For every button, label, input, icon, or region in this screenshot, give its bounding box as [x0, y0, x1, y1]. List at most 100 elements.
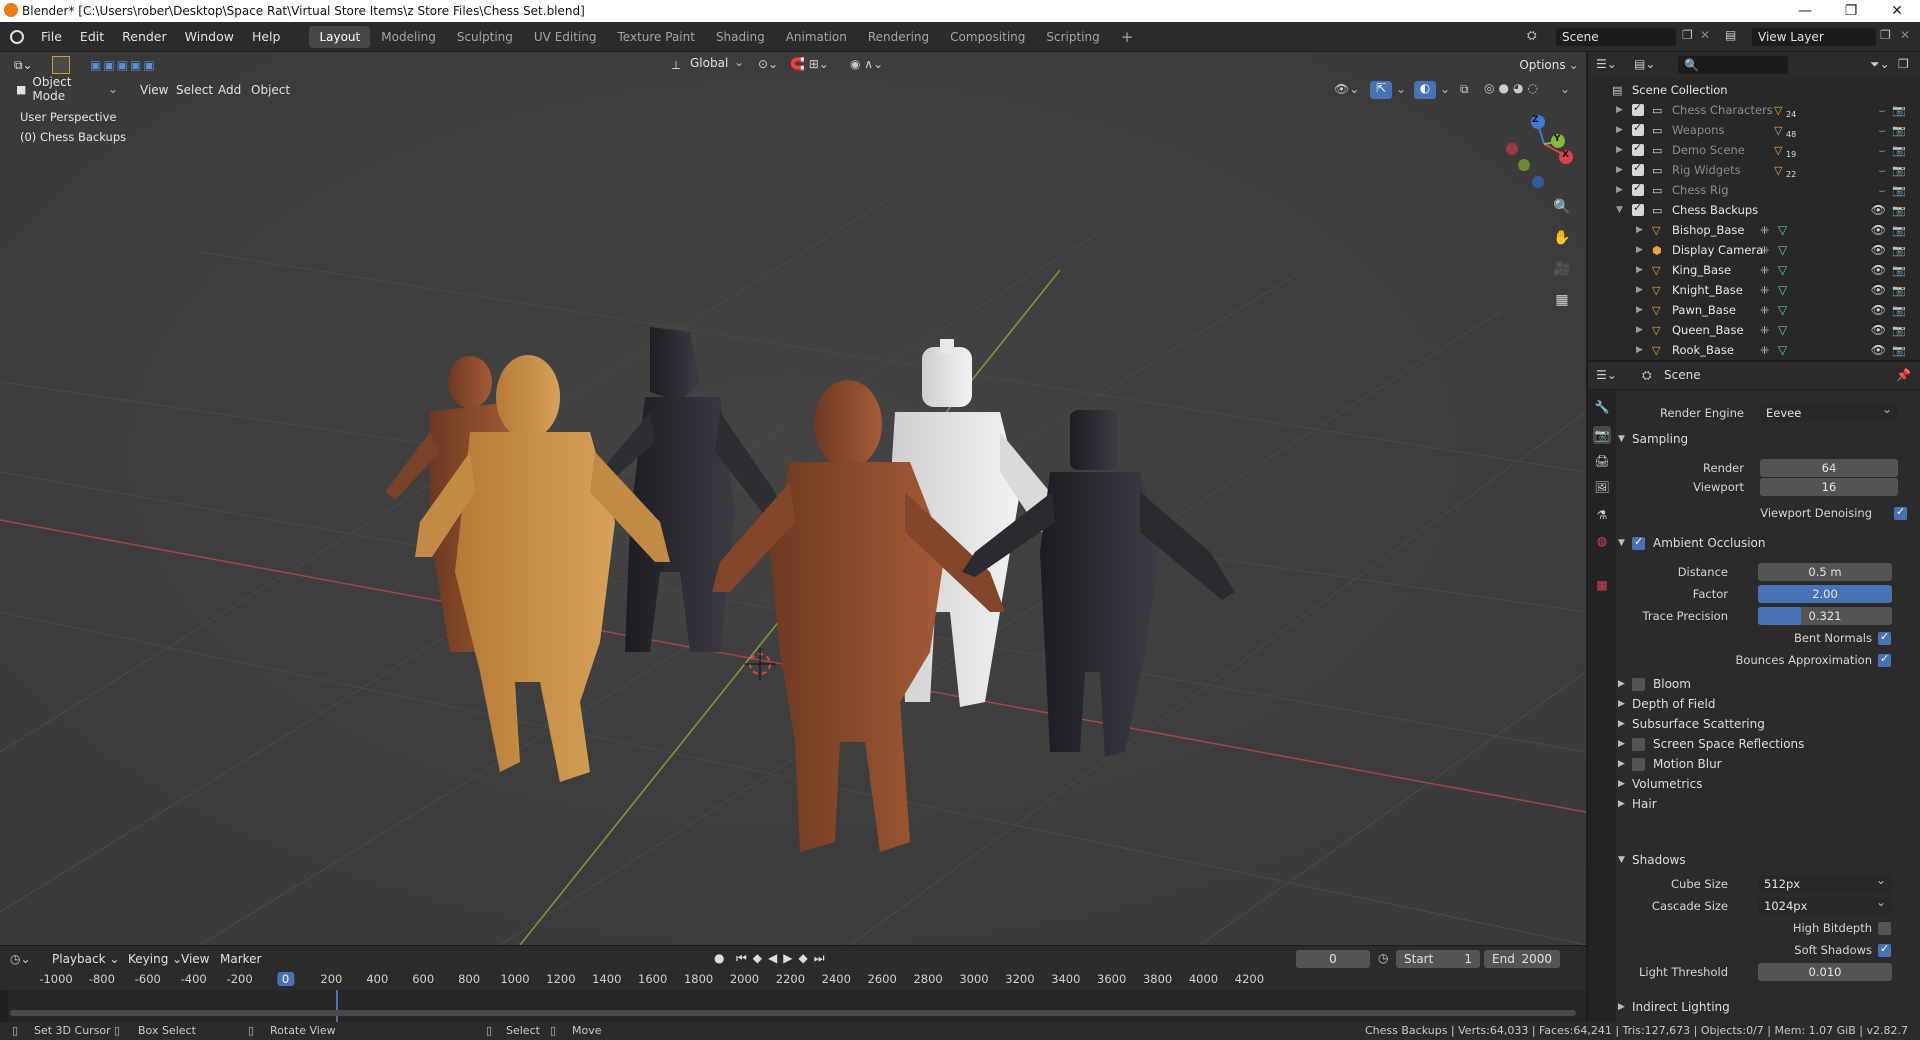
shading-chevron-icon[interactable]: ⌄ [1560, 82, 1570, 96]
expand-arrow-icon[interactable]: ▶ [1618, 779, 1632, 789]
timeline-menu-view[interactable]: View [173, 949, 217, 969]
visibility-eye-icon[interactable]: 👁 [1871, 283, 1886, 297]
expand-arrow-icon[interactable]: ▶ [1618, 719, 1632, 729]
outliner-item-knight-base[interactable]: ▶ ▽ Knight_Base ⁜ ▽ 👁 📷 [1588, 280, 1920, 300]
tab-sculpting[interactable]: Sculpting [447, 26, 523, 48]
light-threshold-field[interactable]: 0.010 [1758, 963, 1892, 981]
expand-arrow-icon[interactable]: ▶ [1616, 165, 1623, 175]
tab-compositing[interactable]: Compositing [940, 26, 1035, 48]
scene-selector[interactable]: Scene [1556, 28, 1676, 46]
visibility-eye-icon[interactable]: ⌣ [1878, 143, 1886, 158]
new-view-layer-icon[interactable]: ❐ [1880, 28, 1891, 42]
outliner-item-bishop-base[interactable]: ▶ ▽ Bishop_Base ⁜ ▽ 👁 📷 [1588, 220, 1920, 240]
hair-panel-header[interactable]: ▶ Hair [1618, 793, 1914, 815]
options-dropdown[interactable]: Options ⌄ [1518, 56, 1580, 74]
motion-blur-checkbox[interactable] [1632, 757, 1645, 771]
new-collection-icon[interactable]: ❐ [1898, 57, 1909, 71]
outliner-item-queen-base[interactable]: ▶ ▽ Queen_Base ⁜ ▽ 👁 📷 [1588, 320, 1920, 340]
stopwatch-icon[interactable]: ◷ [1378, 951, 1388, 965]
expand-arrow-icon[interactable]: ▶ [1616, 185, 1623, 195]
shadows-panel-header[interactable]: ▼ Shadows [1618, 849, 1914, 871]
render-camera-icon[interactable]: 📷 [1892, 144, 1906, 157]
timeline-scrollbar[interactable] [10, 1010, 1576, 1016]
render-samples-field[interactable]: 64 [1760, 459, 1898, 477]
add-workspace-button[interactable]: + [1111, 26, 1144, 48]
expand-arrow-icon[interactable]: ▶ [1618, 699, 1632, 709]
cascade-size-dropdown[interactable]: 1024px [1758, 895, 1892, 915]
cube-size-dropdown[interactable]: 512px [1758, 873, 1892, 893]
visibility-eye-icon[interactable]: ⌣ [1878, 163, 1886, 178]
soft-shadows-checkbox[interactable] [1878, 942, 1891, 957]
zoom-icon[interactable]: 🔍 [1550, 195, 1574, 219]
tab-texture-paint[interactable]: Texture Paint [608, 26, 705, 48]
keyframe-area[interactable] [0, 990, 1586, 1022]
frame-ruler[interactable]: -1000 -800 -600 -400 -200 0 200 400 600 800 1000 12… [0, 972, 1586, 990]
current-frame-field[interactable]: 0 [1296, 950, 1370, 968]
expand-arrow-icon[interactable]: ▼ [1616, 205, 1623, 215]
ao-distance-field[interactable]: 0.5 m [1758, 563, 1892, 581]
exclude-checkbox[interactable] [1632, 101, 1644, 116]
playback-controls-icons[interactable]: ⏮◆◀▶◆⏭ [736, 951, 831, 966]
close-button[interactable]: ✕ [1874, 0, 1920, 22]
render-camera-icon[interactable]: 📷 [1892, 304, 1906, 317]
bent-normals-checkbox[interactable] [1878, 630, 1891, 645]
editor-type-icon[interactable]: ⧉⌄ [6, 55, 41, 75]
visibility-eye-icon[interactable]: 👁 [1871, 263, 1886, 277]
menu-window[interactable]: Window [176, 22, 243, 52]
menu-edit[interactable]: Edit [71, 22, 113, 52]
render-camera-icon[interactable]: 📷 [1892, 264, 1906, 277]
ao-trace-field[interactable]: 0.321 [1758, 607, 1892, 625]
render-camera-icon[interactable]: 📷 [1892, 344, 1906, 357]
expand-arrow-icon[interactable]: ▶ [1616, 105, 1623, 115]
visibility-icon[interactable]: 👁⌄ [1334, 82, 1359, 96]
screen-space-reflections-panel-header[interactable]: ▶ Screen Space Reflections [1618, 733, 1914, 755]
expand-arrow-icon[interactable]: ▶ [1636, 345, 1643, 355]
render-camera-icon[interactable]: 📷 [1892, 284, 1906, 297]
display-mode-icon[interactable]: ▤⌄ [1634, 57, 1655, 71]
properties-editor[interactable]: ☰⌄ ⛭ Scene 📌 🔧 📷 🖨 🖼 ⚗ ◍ ▩ Render Engine… [1588, 362, 1920, 1022]
expand-arrow-icon[interactable]: ▶ [1636, 265, 1643, 275]
tab-layout[interactable]: Layout [309, 25, 371, 48]
outliner-item-rook-base[interactable]: ▶ ▽ Rook_Base ⁜ ▽ 👁 📷 [1588, 340, 1920, 360]
start-frame-field[interactable]: Start 1 [1396, 950, 1480, 968]
outliner-editor-icon[interactable]: ☰⌄ [1596, 57, 1617, 71]
high-bitdepth-checkbox[interactable] [1878, 921, 1891, 935]
outliner-item-king-base[interactable]: ▶ ▽ King_Base ⁜ ▽ 👁 📷 [1588, 260, 1920, 280]
render-camera-icon[interactable]: 📷 [1892, 164, 1906, 177]
blender-menu-icon[interactable] [10, 29, 24, 44]
visibility-eye-icon[interactable]: 👁 [1871, 223, 1886, 237]
menu-help[interactable]: Help [243, 22, 290, 52]
indirect-lighting-panel-header[interactable]: ▶ Indirect Lighting [1618, 996, 1914, 1018]
viewport-menu-object[interactable]: Object [243, 80, 298, 100]
ao-enable-checkbox[interactable] [1632, 535, 1645, 550]
select-mode-icons[interactable]: ▣▣▣▣▣ [90, 58, 157, 72]
motion-blur-panel-header[interactable]: ▶ Motion Blur [1618, 753, 1914, 775]
view-layer-selector[interactable]: View Layer [1752, 28, 1876, 46]
expand-arrow-icon[interactable]: ▶ [1618, 739, 1632, 749]
sampling-panel-header[interactable]: ▼ Sampling [1618, 428, 1914, 450]
filter-icon[interactable]: ⏷⌄ [1870, 57, 1890, 72]
outliner-item-chess-backups[interactable]: ▼ ▭ Chess Backups 👁 📷 [1588, 200, 1920, 220]
shading-mode-icons[interactable]: ◎●◕◌ [1484, 81, 1542, 95]
tab-shading[interactable]: Shading [706, 26, 775, 48]
properties-editor-icon[interactable]: ☰⌄ [1596, 368, 1617, 382]
transform-orientation-dropdown[interactable]: Global [690, 56, 728, 70]
pin-icon[interactable]: 📌 [1896, 368, 1911, 382]
bounces-checkbox[interactable] [1878, 652, 1891, 667]
gizmo-chevron-icon[interactable]: ⌄ [1396, 82, 1406, 96]
menu-render[interactable]: Render [113, 22, 176, 52]
snap-icon[interactable]: 🧲 ⊞⌄ [790, 57, 829, 71]
subsurface-scattering-panel-header[interactable]: ▶ Subsurface Scattering [1618, 713, 1914, 735]
timeline-menu-marker[interactable]: Marker [212, 949, 269, 969]
render-camera-icon[interactable]: 📷 [1892, 104, 1906, 117]
delete-scene-icon[interactable]: ✕ [1700, 28, 1710, 42]
xray-icon[interactable]: ⧉ [1460, 82, 1469, 97]
proportional-edit-icon[interactable]: ◉ ∧⌄ [850, 57, 883, 71]
visibility-eye-icon[interactable]: ⌣ [1878, 123, 1886, 138]
screen-space-reflections-checkbox[interactable] [1632, 737, 1645, 751]
gizmo-toggle-icon[interactable]: ⇱ [1370, 81, 1392, 99]
render-camera-icon[interactable]: 📷 [1892, 204, 1906, 217]
visibility-eye-icon[interactable]: 👁 [1871, 323, 1886, 337]
bloom-checkbox[interactable] [1632, 677, 1645, 691]
expand-arrow-icon[interactable]: ▶ [1618, 679, 1632, 689]
